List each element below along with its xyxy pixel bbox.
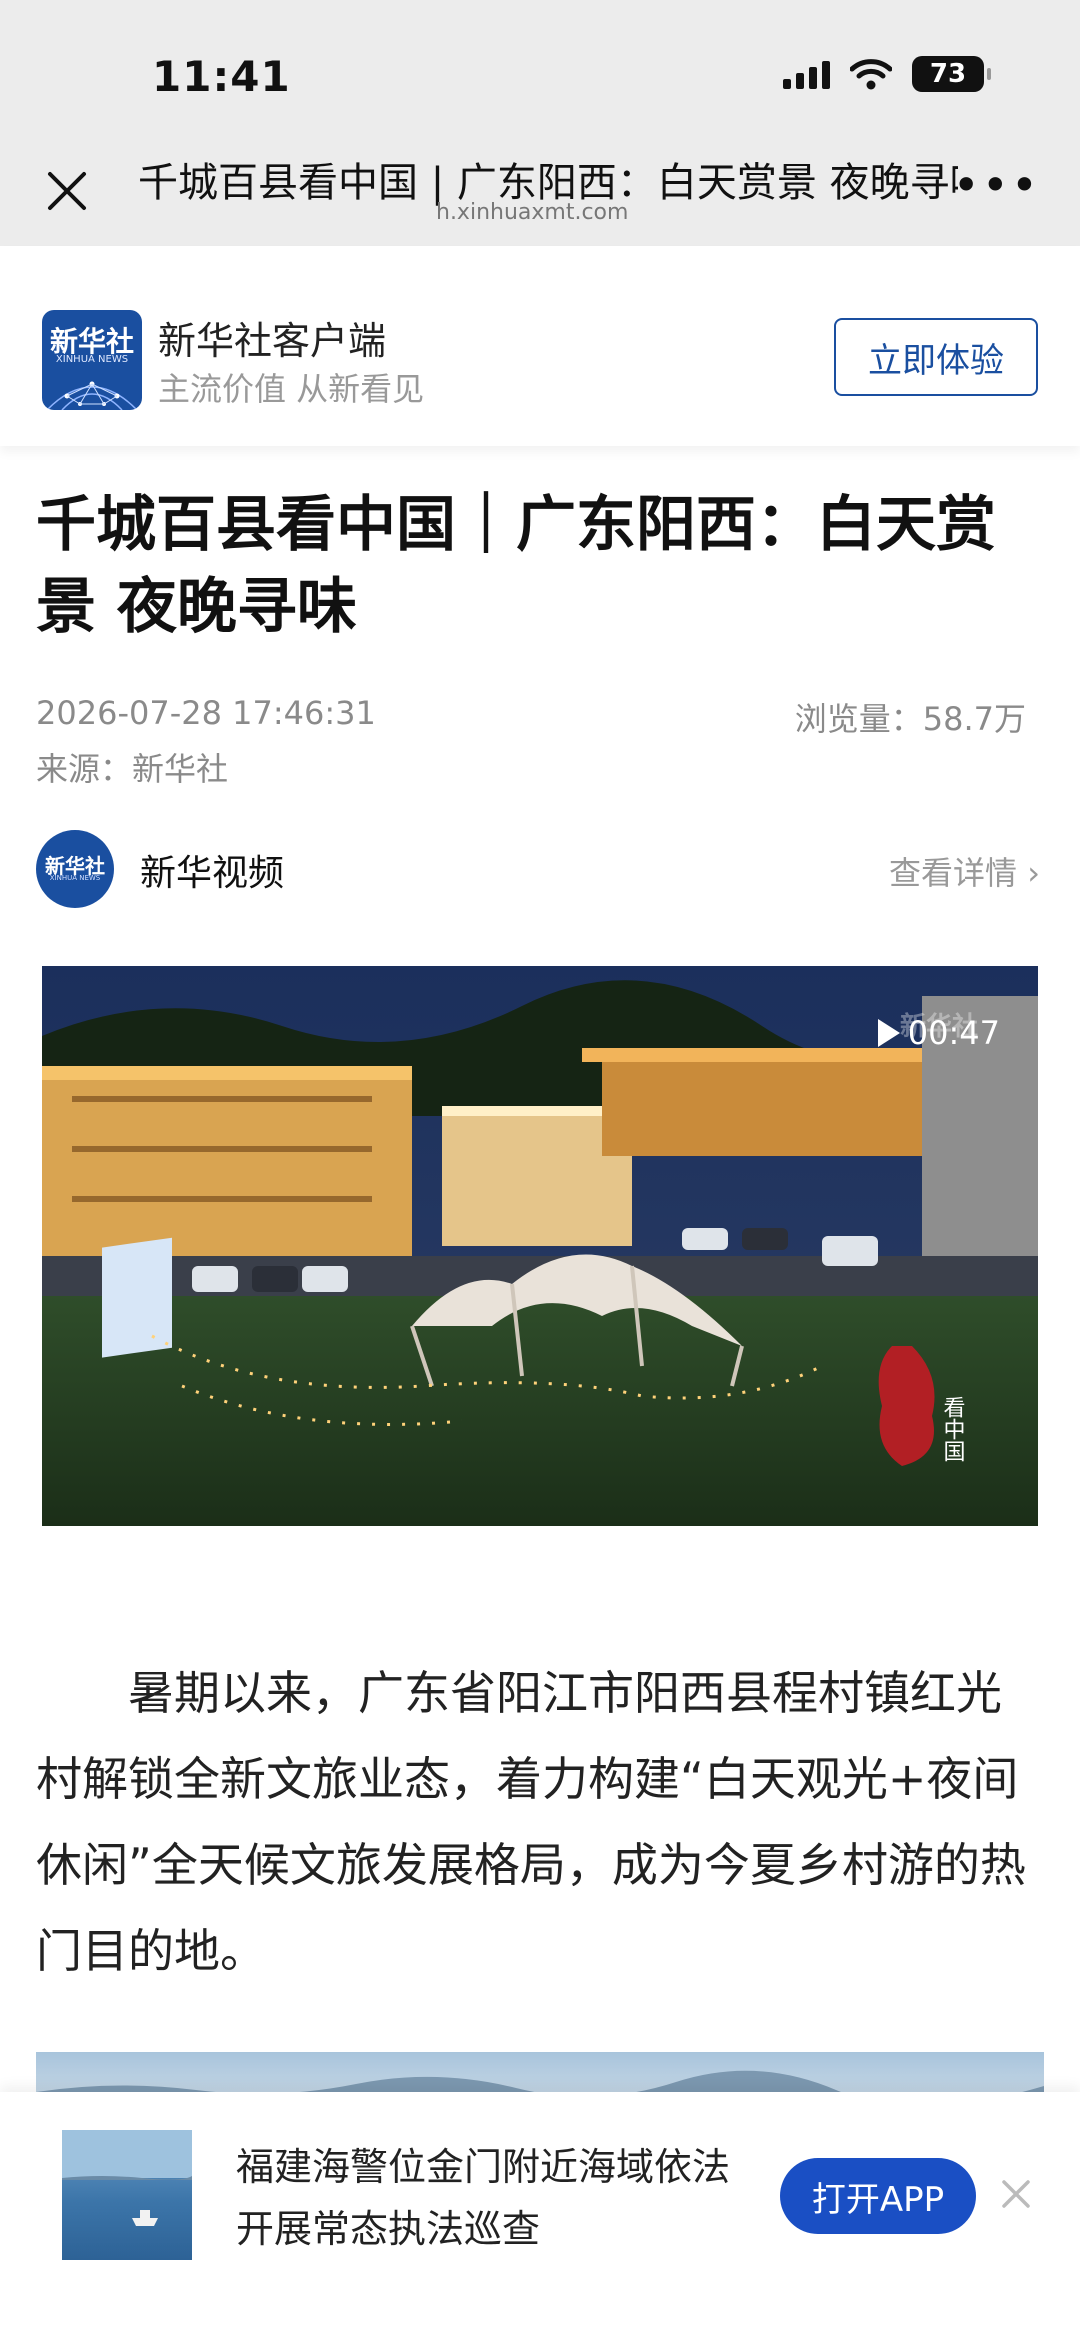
view-details-link[interactable]: 查看详情 ›	[889, 848, 1040, 894]
battery-icon: 73	[912, 56, 991, 92]
banner-headline[interactable]: 福建海警位金门附近海域依法开展常态执法巡查	[236, 2136, 746, 2260]
browser-header: 11:41 73 千城百县看中国 | 广东阳西：白天赏景 夜晚寻味 h.xinh…	[0, 0, 1080, 246]
avatar-subtext: XINHUA NEWS	[49, 874, 101, 882]
author-name[interactable]: 新华视频	[140, 844, 284, 896]
banner-thumbnail	[62, 2130, 192, 2260]
app-name: 新华社客户端	[158, 319, 387, 363]
cellular-signal-icon	[783, 59, 830, 89]
status-icons: 73	[783, 56, 991, 92]
close-icon[interactable]	[42, 166, 92, 216]
browser-url: h.xinhuaxmt.com	[436, 200, 629, 225]
publish-datetime: 2026-07-28 17:46:31	[36, 694, 376, 732]
xinhua-logo: 新华社 XINHUA NEWS	[42, 310, 142, 410]
open-app-banner[interactable]: 福建海警位金门附近海域依法开展常态执法巡查 打开APP	[0, 2092, 1080, 2346]
close-banner-icon[interactable]	[998, 2176, 1034, 2212]
wifi-icon	[850, 59, 892, 90]
open-app-button[interactable]: 打开APP	[780, 2158, 976, 2234]
logo-subtext: XINHUA NEWS	[55, 354, 129, 365]
status-time: 11:41	[152, 52, 291, 101]
try-now-button[interactable]: 立即体验	[834, 318, 1038, 396]
article-headline: 千城百县看中国｜广东阳西：白天赏景 夜晚寻味	[36, 490, 996, 642]
more-options-button[interactable]: •••	[953, 162, 1040, 208]
author-avatar[interactable]: 新华社 XINHUA NEWS	[36, 830, 114, 908]
video-player[interactable]: 看中国 新华社 00:47	[42, 966, 1038, 1526]
play-icon	[877, 1019, 900, 1047]
seal-text: 看中国	[940, 1396, 966, 1462]
video-duration[interactable]: 00:47	[877, 1014, 1000, 1052]
sea-patrol-image	[62, 2130, 192, 2226]
duration-text: 00:47	[907, 1014, 1000, 1052]
app-slogan: 主流价值 从新看见	[158, 370, 425, 408]
globe-network-icon	[46, 381, 138, 410]
app-promo-bar: 新华社 XINHUA NEWS 新华社客户端 主流价值 从新看见 立即体验	[0, 246, 1080, 446]
view-count: 浏览量：58.7万	[794, 700, 1026, 738]
article-source: 来源：新华社	[36, 750, 229, 788]
article-paragraph: 暑期以来，广东省阳江市阳西县程村镇红光村解锁全新文旅业态，着力构建“白天观光+夜…	[36, 1666, 1026, 1978]
